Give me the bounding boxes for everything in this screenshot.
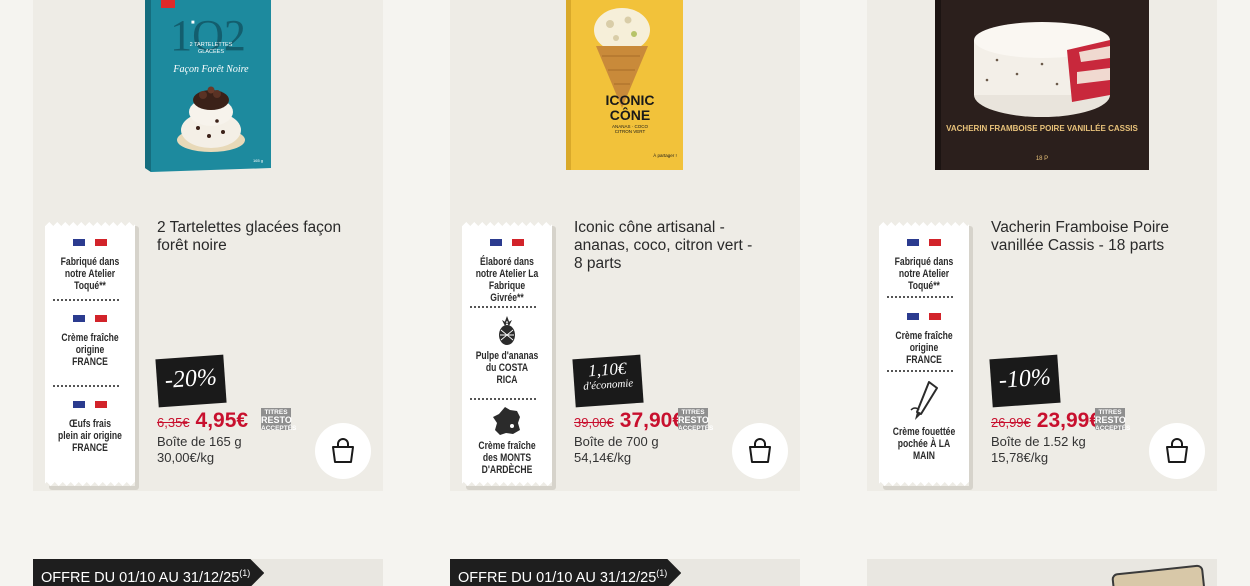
piping-bag-icon [910,381,938,420]
titres-resto-badge: TITRES RESTO ACCEPTÉS [678,408,714,432]
product-card[interactable]: ICONIC CÔNE ANANAS · COCO CITRON VERT À … [450,0,800,491]
french-flag-icon [73,315,107,323]
product-card[interactable]: OFFRE DU 01/10 AU 31/12/25(1) [33,559,383,586]
product-title[interactable]: 2 Tartelettes glacées façon forêt noire [157,219,347,255]
tag-text: Crème fraîche origine FRANCE [61,332,119,368]
product-sticker [1111,564,1207,586]
basket-icon [332,438,354,463]
tag-text: Crème fouettée pochée À LA MAIN [892,426,956,462]
add-to-cart-button[interactable] [1149,423,1205,479]
svg-text:165 g: 165 g [253,158,263,163]
tag-text: Élaboré dans notre Atelier La Fabrique G… [475,256,539,304]
current-price: 37,90€ [619,409,684,432]
svg-text:GLACÉES: GLACÉES [198,48,224,55]
product-card[interactable]: 1O2 ■ 2 TARTELETTES GLACÉES Façon Forêt … [33,0,383,491]
quality-tag: Élaboré dans notre Atelier La Fabrique G… [462,222,552,486]
french-flag-icon [73,401,107,409]
quality-tag: Fabriqué dans notre Atelier Toqué** Crèm… [45,222,135,486]
french-flag-icon [490,239,524,247]
french-flag-icon [907,313,941,321]
tag-text: Fabriqué dans notre Atelier Toqué** [894,256,954,292]
price-per-kg: 30,00€/kg [157,450,215,465]
tag-divider [887,370,953,372]
svg-text:Façon Forêt Noire: Façon Forêt Noire [172,64,249,75]
tag-text: Œufs frais plein air origine FRANCE [58,418,122,454]
svg-text:CITRON VERT: CITRON VERT [615,129,646,134]
tag-text: Crème fraîche des MONTS D'ARDÈCHE [478,440,536,476]
price-per-kg: 15,78€/kg [991,450,1049,465]
titres-resto-badge: TITRES RESTO ACCEPTÉS [261,408,297,432]
offer-banner: OFFRE DU 01/10 AU 31/12/25(1) [450,559,682,586]
svg-text:CÔNE: CÔNE [610,106,650,123]
discount-badge: -20% [155,354,227,408]
svg-text:VACHERIN FRAMBOISE POIRE VANIL: VACHERIN FRAMBOISE POIRE VANILLÉE CASSIS [946,124,1138,133]
add-to-cart-button[interactable] [315,423,371,479]
current-price: 23,99€ [1036,409,1101,432]
tag-text: Pulpe d'ananas du COSTA RICA [475,350,539,386]
current-price: 4,95€ [195,409,249,432]
svg-text:2 TARTELETTES: 2 TARTELETTES [190,42,233,48]
product-title[interactable]: Iconic cône artisanal - ananas, coco, ci… [574,219,764,273]
product-card[interactable] [867,559,1217,586]
tag-divider [887,296,953,298]
old-price: 39,00€ [574,415,614,430]
tag-divider [53,299,119,301]
package-size: Boîte de 165 g [157,434,242,449]
old-price: 26,99€ [991,415,1031,430]
product-card[interactable]: OFFRE DU 01/10 AU 31/12/25(1) [450,559,800,586]
product-image[interactable]: 1O2 ■ 2 TARTELETTES GLACÉES Façon Forêt … [33,0,383,200]
tag-text: Fabriqué dans notre Atelier Toqué** [60,256,120,292]
package-size: Boîte de 700 g [574,434,659,449]
product-image[interactable]: VACHERIN FRAMBOISE POIRE VANILLÉE CASSIS… [867,0,1217,200]
tag-divider [470,306,536,308]
french-flag-icon [907,239,941,247]
offer-banner: OFFRE DU 01/10 AU 31/12/25(1) [33,559,265,586]
basket-icon [749,438,771,463]
svg-text:ICONIC: ICONIC [606,92,655,108]
tag-divider [470,398,536,400]
discount-badge: -10% [989,354,1061,408]
pineapple-icon [499,316,515,345]
package-size: Boîte de 1.52 kg [991,434,1086,449]
tag-text: Crème fraîche origine FRANCE [895,330,953,366]
titres-resto-badge: TITRES RESTO ACCEPTÉS [1095,408,1131,432]
svg-text:■: ■ [191,20,195,26]
basket-icon [1166,438,1188,463]
product-image[interactable]: ICONIC CÔNE ANANAS · COCO CITRON VERT À … [450,0,800,200]
svg-text:À partager !: À partager ! [653,152,677,158]
product-title[interactable]: Vacherin Framboise Poire vanillée Cassis… [991,219,1181,255]
add-to-cart-button[interactable] [732,423,788,479]
savings-badge: 1,10€ d'économie [572,354,644,408]
quality-tag: Fabriqué dans notre Atelier Toqué** Crèm… [879,222,969,486]
french-flag-icon [73,239,107,247]
product-card[interactable]: VACHERIN FRAMBOISE POIRE VANILLÉE CASSIS… [867,0,1217,491]
france-map-icon [493,407,520,435]
old-price: 6,35€ [157,415,190,430]
product-grid: 1O2 ■ 2 TARTELETTES GLACÉES Façon Forêt … [0,0,1250,586]
price-per-kg: 54,14€/kg [574,450,632,465]
tag-divider [53,385,119,387]
svg-text:18 P: 18 P [1036,156,1048,162]
